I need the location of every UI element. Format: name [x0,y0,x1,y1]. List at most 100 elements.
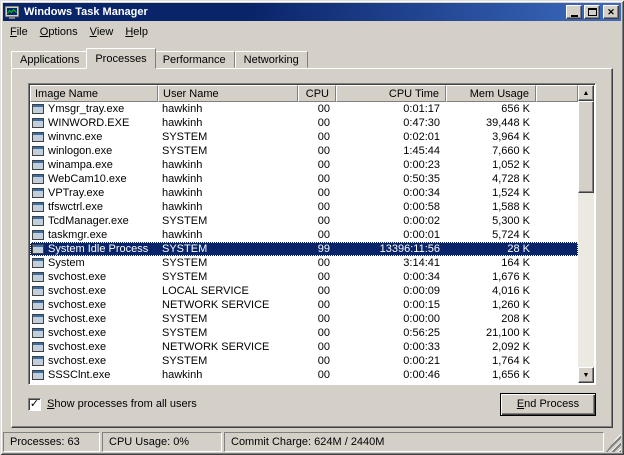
image-name-cell: svchost.exe [30,285,158,297]
mem-usage-cell: 1,588 K [446,201,536,213]
close-button[interactable]: ✕ [603,5,619,19]
mem-usage-cell: 1,260 K [446,299,536,311]
table-row[interactable]: Ymsgr_tray.exehawkinh000:01:17656 K [30,102,578,116]
image-name-cell: svchost.exe [30,271,158,283]
table-row[interactable]: svchost.exeNETWORK SERVICE000:00:332,092… [30,340,578,354]
user-name-cell: hawkinh [158,201,298,213]
image-name-cell: winlogon.exe [30,145,158,157]
cpu-time-cell: 0:00:46 [336,369,446,381]
table-row[interactable]: svchost.exeSYSTEM000:00:211,764 K [30,354,578,368]
cpu-time-cell: 0:00:00 [336,313,446,325]
scrollbar-track[interactable] [578,101,594,367]
table-row[interactable]: svchost.exeSYSTEM000:56:2521,100 K [30,326,578,340]
cpu-time-cell: 1:45:44 [336,145,446,157]
menu-options[interactable]: Options [34,24,84,40]
scroll-down-button[interactable]: ▼ [578,367,594,383]
process-icon [32,342,44,352]
process-icon [32,300,44,310]
cpu-cell: 00 [298,257,336,269]
show-all-users-checkbox[interactable]: ✓ Show processes from all users [28,398,197,411]
task-manager-window: Windows Task Manager ✕ FileOptionsViewHe… [0,0,624,455]
checkbox-icon: ✓ [28,398,41,411]
user-name-cell: NETWORK SERVICE [158,299,298,311]
table-row[interactable]: SSSClnt.exehawkinh000:00:461,656 K [30,368,578,382]
table-row[interactable]: VPTray.exehawkinh000:00:341,524 K [30,186,578,200]
scroll-up-button[interactable]: ▲ [578,85,594,101]
column-header-user-name[interactable]: User Name [158,85,298,102]
mem-usage-cell: 2,092 K [446,341,536,353]
image-name-cell: svchost.exe [30,355,158,367]
tab-processes[interactable]: Processes [86,48,155,69]
cpu-time-cell: 0:00:58 [336,201,446,213]
cpu-cell: 00 [298,327,336,339]
table-row[interactable]: winvnc.exeSYSTEM000:02:013,964 K [30,130,578,144]
mem-usage-cell: 21,100 K [446,327,536,339]
table-row[interactable]: svchost.exeNETWORK SERVICE000:00:151,260… [30,298,578,312]
mem-usage-cell: 1,764 K [446,355,536,367]
table-row[interactable]: svchost.exeSYSTEM000:00:341,676 K [30,270,578,284]
cpu-cell: 00 [298,201,336,213]
table-row[interactable]: WebCam10.exehawkinh000:50:354,728 K [30,172,578,186]
mem-usage-cell: 1,656 K [446,369,536,381]
tab-performance[interactable]: Performance [154,51,235,68]
table-row[interactable]: svchost.exeSYSTEM000:00:00208 K [30,312,578,326]
menu-file[interactable]: File [4,24,34,40]
tab-applications[interactable]: Applications [11,51,88,68]
processes-tab-page: Image NameUser NameCPUCPU TimeMem Usage … [11,68,613,428]
end-process-button[interactable]: End Process [500,393,596,416]
checkbox-label: Show processes from all users [47,398,197,410]
table-row[interactable]: System Idle ProcessSYSTEM9913396:11:5628… [30,242,578,256]
column-header-cpu[interactable]: CPU [298,85,336,102]
cpu-cell: 00 [298,313,336,325]
image-name-cell: System Idle Process [30,243,158,255]
mem-usage-cell: 4,016 K [446,285,536,297]
window-title: Windows Task Manager [24,6,566,18]
table-row[interactable]: TcdManager.exeSYSTEM000:00:025,300 K [30,214,578,228]
mem-usage-cell: 5,300 K [446,215,536,227]
table-row[interactable]: WINWORD.EXEhawkinh000:47:3039,448 K [30,116,578,130]
table-row[interactable]: tfswctrl.exehawkinh000:00:581,588 K [30,200,578,214]
image-name-cell: winampa.exe [30,159,158,171]
cpu-cell: 00 [298,299,336,311]
process-icon [32,104,44,114]
column-header-mem-usage[interactable]: Mem Usage [446,85,536,102]
resize-grip[interactable] [606,432,621,452]
image-name-cell: svchost.exe [30,299,158,311]
tab-networking[interactable]: Networking [235,51,308,68]
mem-usage-cell: 28 K [446,243,536,255]
process-list-content: Image NameUser NameCPUCPU TimeMem Usage … [30,85,578,383]
column-header-filler [536,85,578,102]
user-name-cell: hawkinh [158,229,298,241]
process-icon [32,230,44,240]
image-name-cell: winvnc.exe [30,131,158,143]
list-body: Ymsgr_tray.exehawkinh000:01:17656 KWINWO… [30,102,578,383]
cpu-cell: 00 [298,285,336,297]
maximize-button[interactable] [584,5,600,19]
cpu-cell: 00 [298,159,336,171]
menu-help[interactable]: Help [119,24,154,40]
user-name-cell: hawkinh [158,159,298,171]
column-header-cpu-time[interactable]: CPU Time [336,85,446,102]
cpu-time-cell: 0:00:01 [336,229,446,241]
checkmark-icon: ✓ [30,399,39,410]
column-header-image-name[interactable]: Image Name [30,85,158,102]
vertical-scrollbar[interactable]: ▲ ▼ [578,85,594,383]
menu-view[interactable]: View [84,24,120,40]
table-row[interactable]: svchost.exeLOCAL SERVICE000:00:094,016 K [30,284,578,298]
table-row[interactable]: winlogon.exeSYSTEM001:45:447,660 K [30,144,578,158]
table-row[interactable]: SystemSYSTEM003:14:41164 K [30,256,578,270]
image-name-cell: System [30,257,158,269]
cpu-cell: 00 [298,145,336,157]
minimize-button[interactable] [566,5,582,19]
process-icon [32,244,44,254]
cpu-cell: 00 [298,355,336,367]
cpu-cell: 00 [298,341,336,353]
cpu-time-cell: 0:00:21 [336,355,446,367]
title-bar[interactable]: Windows Task Manager ✕ [3,3,621,21]
table-row[interactable]: winampa.exehawkinh000:00:231,052 K [30,158,578,172]
status-cpu-usage: CPU Usage: 0% [102,432,222,452]
status-bar: Processes: 63 CPU Usage: 0% Commit Charg… [3,432,621,452]
user-name-cell: NETWORK SERVICE [158,341,298,353]
table-row[interactable]: taskmgr.exehawkinh000:00:015,724 K [30,228,578,242]
scrollbar-thumb[interactable] [578,101,594,193]
